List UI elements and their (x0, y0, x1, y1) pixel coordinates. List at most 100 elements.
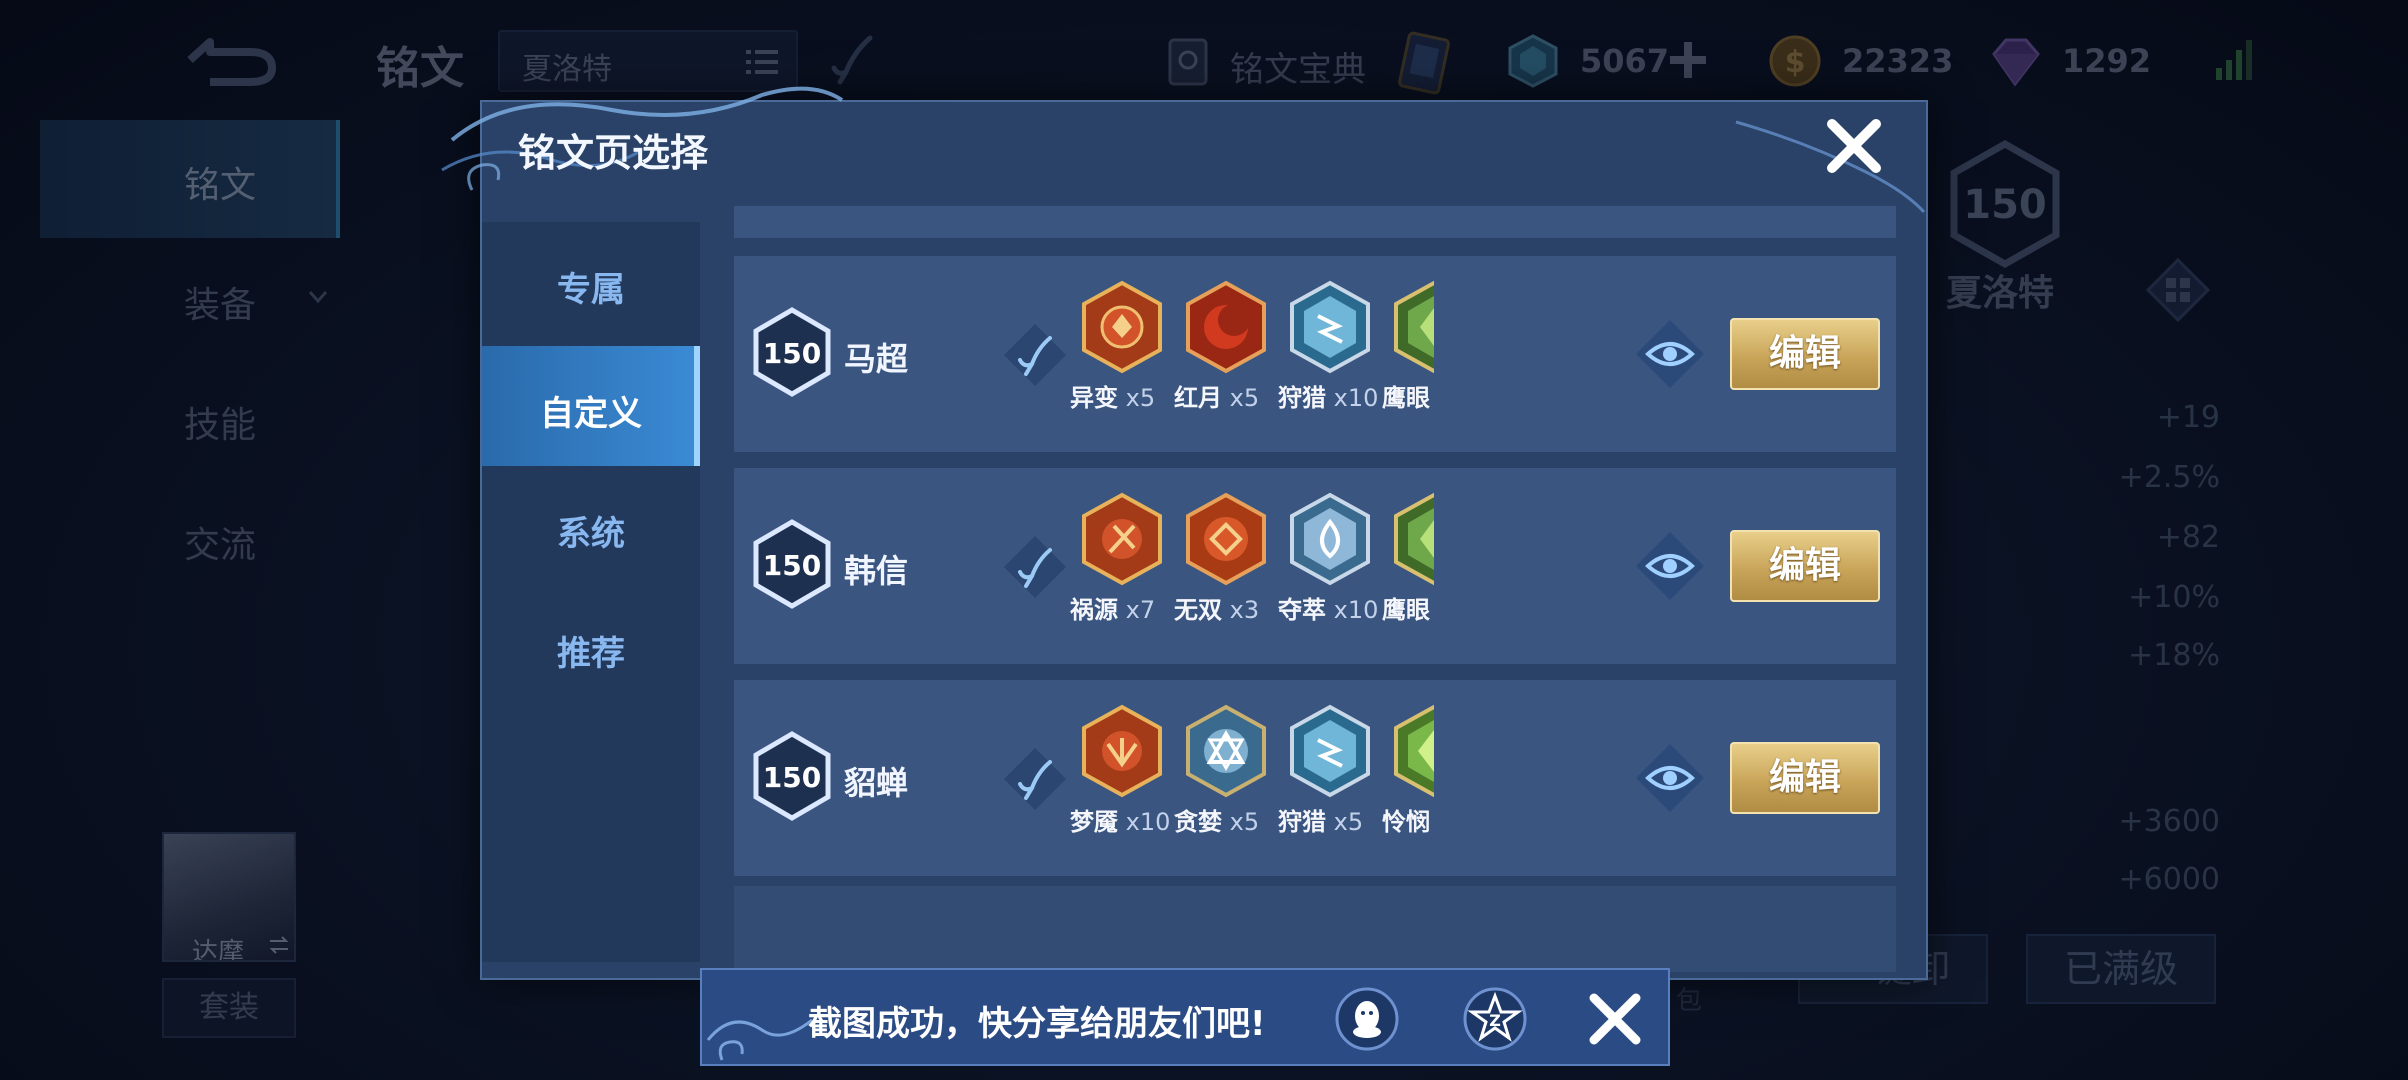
qq-share-icon[interactable] (1334, 986, 1400, 1052)
rune-count: x7 (1125, 596, 1156, 624)
rune-count: x10 (1333, 384, 1379, 412)
stat-value: +10% (2128, 580, 2220, 615)
ice-crystal-icon (1508, 34, 1558, 88)
close-icon[interactable] (1822, 114, 1886, 178)
tab-system[interactable]: 系统 (482, 466, 700, 586)
current-hero-name: 夏洛特 (1946, 273, 2055, 314)
rune-page-select-modal: 铭文页选择 专属 自定义 系统 推荐 150 马超 异变 x5 红月 x5 狩猎… (441, 86, 1928, 980)
stat-value: +2.5% (2118, 460, 2220, 495)
toast-message: 截图成功，快分享给朋友们吧! (808, 1004, 1266, 1044)
rune-page-row[interactable]: 150 韩信 祸源 x7 无双 x3 夺萃 x10 鹰眼 编辑 (734, 468, 1896, 664)
svg-text:150: 150 (763, 337, 821, 370)
hero-avatar[interactable]: 达摩 (162, 832, 296, 962)
quill-icon[interactable] (1002, 322, 1068, 388)
rune-book-icon[interactable] (1390, 28, 1460, 98)
edit-button[interactable]: 编辑 (1730, 742, 1880, 814)
back-arrow-icon (187, 38, 276, 86)
tab-label: 专属 (557, 270, 625, 310)
grid-view-icon[interactable] (2146, 258, 2210, 322)
tab-exclusive[interactable]: 专属 (482, 222, 700, 342)
level-badge: 150 (753, 307, 831, 397)
stat-value: +82 (2156, 520, 2220, 555)
tab-custom[interactable]: 自定义 (482, 346, 700, 466)
eye-icon[interactable] (1634, 530, 1706, 602)
nav-item-skill[interactable]: 技能 (40, 360, 340, 478)
quill-icon[interactable] (1002, 534, 1068, 600)
rune-name: 狩猎 (1278, 808, 1326, 836)
list-item-partial (734, 886, 1896, 972)
rune-page-hero-name: 貂蝉 (844, 764, 909, 802)
eye-icon[interactable] (1634, 742, 1706, 814)
gem-icon (1992, 38, 2040, 87)
rune-hawk-eye-icon (1394, 280, 1434, 374)
nav-item-label: 技能 (184, 405, 257, 446)
stat-value: +3600 (2118, 804, 2220, 839)
level-badge: 150 (1950, 140, 2060, 268)
nav-item-exchange[interactable]: 交流 (40, 480, 340, 598)
rune-set: 祸源 x7 无双 x3 夺萃 x10 鹰眼 (1070, 492, 1434, 642)
codex-label: 铭文宝典 (1230, 50, 1366, 90)
rune-hawk-eye-icon (1394, 492, 1434, 586)
qzone-share-icon[interactable]: Z (1462, 986, 1528, 1052)
tab-label: 自定义 (540, 394, 642, 434)
rune-name: 祸源 (1070, 596, 1118, 624)
level-badge: 150 (753, 519, 831, 609)
nav-item-equipment[interactable]: 装备 (40, 240, 340, 358)
gold-coin-value: 22323 (1842, 42, 1954, 80)
rune-hunt-icon (1290, 704, 1370, 798)
svg-text:Z: Z (1489, 1011, 1501, 1030)
rune-calamity-icon (1082, 492, 1162, 586)
codex-icon (1168, 38, 1208, 86)
ice-crystal-value: 5067 (1580, 42, 1670, 80)
hero-avatar-name: 达摩 (192, 938, 245, 962)
rune-name: 梦魇 (1070, 808, 1118, 836)
quill-icon[interactable] (1002, 746, 1068, 812)
edit-button[interactable]: 编辑 (1730, 318, 1880, 390)
rune-name: 红月 (1174, 384, 1222, 412)
rune-peerless-icon (1186, 492, 1266, 586)
gold-coin-icon: $ (1769, 35, 1821, 87)
rune-page-row[interactable]: 150 马超 异变 x5 红月 x5 狩猎 x10 鹰眼 编辑 (734, 256, 1896, 452)
rune-name: 鹰眼 (1382, 596, 1430, 624)
rune-count: x5 (1333, 808, 1364, 836)
rune-name: 无双 (1174, 596, 1222, 624)
svg-text:150: 150 (1963, 182, 2047, 228)
rune-page-row[interactable]: 150 貂蝉 梦魇 x10 贪婪 x5 狩猎 x5 怜悯 编辑 (734, 680, 1896, 876)
chevron-down-icon (308, 291, 328, 304)
rune-name: 怜悯 (1382, 808, 1430, 836)
max-level-button[interactable]: 已满级 (2026, 934, 2216, 1004)
rune-count: x10 (1333, 596, 1379, 624)
rune-name: 异变 (1070, 384, 1118, 412)
rune-set: 异变 x5 红月 x5 狩猎 x10 鹰眼 (1070, 280, 1434, 430)
eye-icon[interactable] (1634, 318, 1706, 390)
rune-greed-icon (1186, 704, 1266, 798)
screenshot-share-toast: 截图成功，快分享给朋友们吧! Z (700, 968, 1670, 1066)
rune-red-moon-icon (1186, 280, 1266, 374)
back-button[interactable] (180, 30, 280, 90)
rune-mutation-icon (1082, 280, 1162, 374)
signal-icon (2216, 40, 2252, 80)
rune-plunder-icon (1290, 492, 1370, 586)
level-badge: 150 (753, 731, 831, 821)
rune-page-tabs: 专属 自定义 系统 推荐 (482, 222, 700, 962)
rune-name: 鹰眼 (1382, 384, 1430, 412)
stat-value: +18% (2128, 638, 2220, 673)
nav-item-label: 铭文 (184, 165, 257, 206)
edit-button[interactable]: 编辑 (1730, 530, 1880, 602)
rune-name: 贪婪 (1174, 808, 1222, 836)
rune-count: x10 (1125, 808, 1171, 836)
rune-mercy-icon (1394, 704, 1434, 798)
list-item-partial (734, 206, 1896, 238)
list-menu-icon (746, 50, 778, 74)
gem-value: 1292 (2062, 42, 2152, 80)
nav-item-label: 装备 (184, 285, 257, 326)
plus-icon[interactable] (1668, 40, 1708, 80)
rune-page-list[interactable]: 150 马超 异变 x5 红月 x5 狩猎 x10 鹰眼 编辑 150 韩信 祸… (734, 206, 1896, 972)
nav-item-rune[interactable]: 铭文 (40, 120, 340, 238)
outfit-button[interactable]: 套装 (162, 978, 296, 1038)
svg-text:$: $ (1785, 45, 1806, 80)
tab-recommended[interactable]: 推荐 (482, 586, 700, 706)
close-icon[interactable] (1586, 990, 1644, 1048)
rune-page-hero-name: 马超 (844, 340, 909, 378)
modal-title: 铭文页选择 (518, 131, 709, 175)
